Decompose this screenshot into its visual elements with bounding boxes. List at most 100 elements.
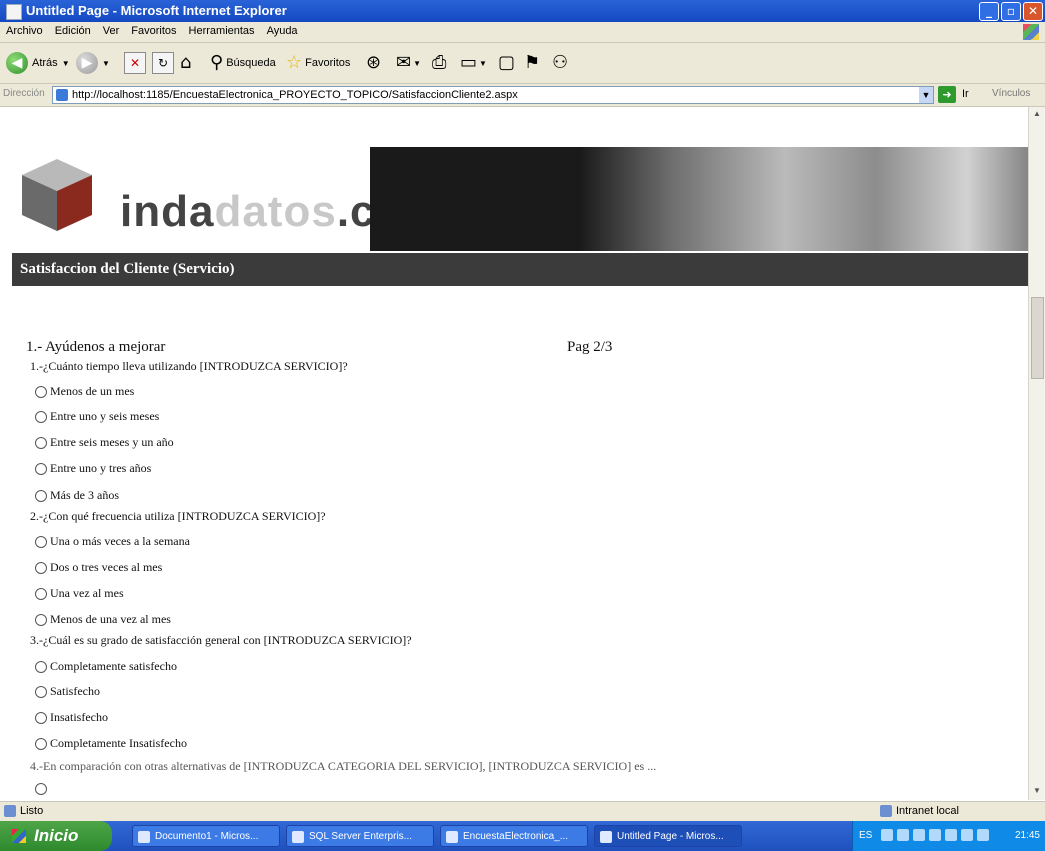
radio-button[interactable] (35, 436, 47, 449)
close-button[interactable]: ✕ (1023, 2, 1043, 21)
q1-option-1[interactable]: Menos de un mes (35, 384, 134, 399)
edit-icon: ▭ (460, 52, 478, 73)
tray-back-icon[interactable] (881, 829, 893, 841)
radio-button[interactable] (35, 410, 47, 423)
menu-ayuda[interactable]: Ayuda (267, 25, 298, 37)
windows-flag-icon (12, 829, 26, 843)
address-input[interactable]: http://localhost:1185/EncuestaElectronic… (52, 86, 934, 104)
radio-button[interactable] (35, 535, 47, 548)
address-label: Dirección (3, 88, 45, 99)
links-button[interactable]: Vínculos (992, 88, 1030, 99)
taskbar-item-encuesta[interactable]: EncuestaElectronica_... (440, 825, 588, 847)
radio-button[interactable] (35, 462, 47, 475)
q2-option-2[interactable]: Dos o tres veces al mes (35, 560, 162, 575)
refresh-button[interactable]: ↻ (152, 50, 174, 76)
radio-button[interactable] (35, 711, 47, 724)
question-1: 1.-¿Cuánto tiempo lleva utilizando [INTR… (30, 359, 348, 373)
q3-option-3[interactable]: Insatisfecho (35, 710, 108, 725)
edit-dropdown-icon[interactable]: ▼ (479, 59, 487, 68)
scroll-up-icon[interactable]: ▲ (1031, 109, 1043, 121)
discuss-button[interactable]: ▢ (498, 50, 515, 76)
print-button[interactable]: ⎙ (432, 50, 446, 76)
taskbar-item-documento1[interactable]: Documento1 - Micros... (132, 825, 280, 847)
go-button[interactable]: Ir (962, 88, 969, 100)
option-label: Entre seis meses y un año (50, 435, 174, 449)
radio-button[interactable] (35, 613, 47, 626)
option-label: Dos o tres veces al mes (50, 560, 163, 574)
back-button[interactable]: ◀ Atrás ▼ (6, 50, 70, 76)
forward-button[interactable]: ▶ ▼ (76, 50, 110, 76)
taskbar-item-sql-server[interactable]: SQL Server Enterpris... (286, 825, 434, 847)
radio-button[interactable] (35, 737, 47, 750)
radio-button[interactable] (35, 660, 47, 673)
go-arrow-icon[interactable]: ➜ (938, 86, 956, 103)
task-label: SQL Server Enterpris... (309, 831, 412, 842)
q1-option-4[interactable]: Entre uno y tres años (35, 461, 151, 476)
search-button[interactable]: ⚲ Búsqueda (210, 50, 276, 76)
menu-ver[interactable]: Ver (103, 25, 120, 37)
stop-button[interactable]: ✕ (124, 50, 146, 76)
q1-option-2[interactable]: Entre uno y seis meses (35, 409, 159, 424)
option-label: Entre uno y tres años (50, 461, 152, 475)
ie-icon (600, 831, 612, 843)
messenger-button[interactable]: ⚇ (552, 50, 568, 76)
taskbar-item-untitled-page[interactable]: Untitled Page - Micros... (594, 825, 742, 847)
menu-favoritos[interactable]: Favoritos (131, 25, 176, 37)
q3-option-2[interactable]: Satisfecho (35, 684, 100, 699)
security-icon[interactable] (961, 829, 973, 841)
q4-option-1[interactable] (35, 783, 50, 795)
favorites-button[interactable]: ☆ Favoritos (286, 50, 350, 76)
window-title-bar[interactable]: Untitled Page - Microsoft Internet Explo… (0, 0, 1045, 22)
minimize-button[interactable]: _ (979, 2, 999, 21)
language-indicator[interactable]: ES (859, 830, 872, 841)
edit-button[interactable]: ▭ ▼ (460, 50, 487, 76)
radio-button[interactable] (35, 489, 47, 502)
network-icon[interactable] (897, 829, 909, 841)
page-icon (56, 89, 68, 101)
sql-agent-icon[interactable] (929, 829, 941, 841)
back-dropdown-icon[interactable]: ▼ (62, 59, 70, 68)
menu-herramientas[interactable]: Herramientas (189, 25, 255, 37)
section-title: Satisfaccion del Cliente (Servicio) (20, 261, 235, 277)
radio-button[interactable] (35, 385, 47, 398)
maximize-button[interactable]: ▫ (1001, 2, 1021, 21)
q2-option-1[interactable]: Una o más veces a la semana (35, 534, 190, 549)
menu-archivo[interactable]: Archivo (6, 25, 43, 37)
menu-edicion[interactable]: Edición (55, 25, 91, 37)
mail-button[interactable]: ✉ ▼ (396, 50, 421, 76)
windows-flag-icon (1023, 24, 1039, 40)
radio-button[interactable] (35, 685, 47, 698)
messenger-tray-icon[interactable] (977, 829, 989, 841)
messenger-icon: ⚇ (552, 52, 569, 73)
home-button[interactable]: ⌂ (180, 50, 191, 76)
print-icon: ⎙ (432, 52, 447, 73)
mail-dropdown-icon[interactable]: ▼ (413, 59, 421, 68)
q3-option-4[interactable]: Completamente Insatisfecho (35, 736, 187, 751)
research-button[interactable]: ⚑ (524, 50, 540, 76)
option-label: Más de 3 años (50, 488, 119, 502)
volume-icon[interactable] (913, 829, 925, 841)
q2-option-3[interactable]: Una vez al mes (35, 586, 124, 601)
address-dropdown-icon[interactable]: ▼ (919, 87, 933, 103)
status-bar: Listo Intranet local (0, 801, 1045, 822)
start-label: Inicio (34, 826, 79, 845)
radio-button[interactable] (35, 561, 47, 574)
antivirus-icon[interactable] (945, 829, 957, 841)
mail-icon: ✉ (396, 52, 412, 73)
vertical-scrollbar[interactable]: ▲ ▼ (1028, 107, 1045, 800)
q2-option-4[interactable]: Menos de una vez al mes (35, 612, 171, 627)
taskbar: Inicio Documento1 - Micros... SQL Server… (0, 821, 1045, 851)
history-button[interactable]: ⊛ (366, 50, 381, 76)
clock[interactable]: 21:45 (1015, 830, 1040, 841)
logo-part-datos: datos (214, 187, 337, 236)
q3-option-1[interactable]: Completamente satisfecho (35, 659, 177, 674)
forward-dropdown-icon[interactable]: ▼ (102, 59, 110, 68)
scroll-thumb[interactable] (1031, 297, 1044, 379)
radio-button[interactable] (35, 783, 47, 795)
scroll-down-icon[interactable]: ▼ (1031, 786, 1043, 798)
radio-button[interactable] (35, 587, 47, 600)
q1-option-5[interactable]: Más de 3 años (35, 488, 119, 503)
q1-option-3[interactable]: Entre seis meses y un año (35, 435, 174, 450)
start-button[interactable]: Inicio (0, 821, 112, 851)
stop-icon: ✕ (124, 52, 146, 74)
